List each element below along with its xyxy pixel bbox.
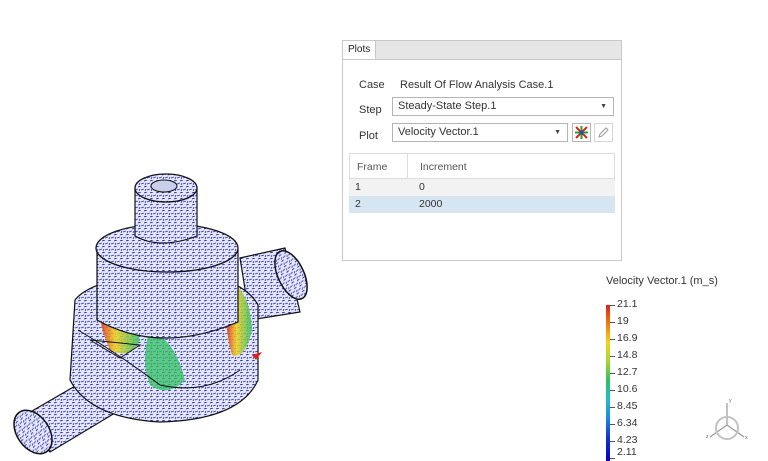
case-value: Result Of Flow Analysis Case.1 <box>400 79 554 91</box>
model-viewport[interactable] <box>0 150 340 461</box>
legend-tick <box>610 373 615 374</box>
legend-tick <box>610 322 615 323</box>
triad-y-label: y <box>729 398 732 404</box>
column-header-increment: Increment <box>420 161 467 173</box>
legend-color-bar <box>606 305 610 461</box>
frame-cell: 1 <box>355 181 361 193</box>
legend-value: 10.6 <box>617 383 638 395</box>
edit-plot-button[interactable] <box>594 123 613 142</box>
legend-value: 8.45 <box>617 400 638 412</box>
compass-triad-icon[interactable]: y z x <box>702 395 752 445</box>
step-dropdown-value: Steady-State Step.1 <box>398 100 497 112</box>
plots-panel: Plots Case Result Of Flow Analysis Case.… <box>342 40 622 261</box>
legend-value: 2.11 <box>617 446 637 458</box>
legend-tick <box>610 458 615 459</box>
plot-dropdown[interactable]: Velocity Vector.1 ▼ <box>392 123 568 142</box>
triad-z-label: z <box>706 434 709 440</box>
legend-tick <box>610 356 615 357</box>
frames-table-header: Frame Increment <box>349 153 615 179</box>
multi-plot-button[interactable] <box>572 123 591 142</box>
tab-strip: Plots <box>343 41 621 60</box>
triad-x-label: x <box>745 435 748 441</box>
chevron-down-icon: ▼ <box>554 129 561 136</box>
legend-tick <box>610 441 615 442</box>
column-header-frame: Frame <box>357 161 388 173</box>
table-row[interactable]: 1 0 <box>349 179 615 196</box>
legend-tick <box>610 390 615 391</box>
legend-tick <box>610 407 615 408</box>
legend-title: Velocity Vector.1 (m_s) <box>606 275 718 287</box>
legend-tick <box>610 305 615 306</box>
case-label: Case <box>359 79 385 91</box>
legend-value: 16.9 <box>617 332 638 344</box>
increment-cell: 0 <box>419 181 425 193</box>
chevron-down-icon: ▼ <box>600 103 607 110</box>
step-label: Step <box>359 104 382 116</box>
legend-value: 14.8 <box>617 349 638 361</box>
increment-cell: 2000 <box>419 198 443 210</box>
frames-table: Frame Increment 1 0 2 2000 <box>349 153 615 213</box>
legend-tick <box>610 424 615 425</box>
neck-bore <box>150 179 178 193</box>
plot-dropdown-value: Velocity Vector.1 <box>398 126 479 138</box>
legend-value: 4.23 <box>617 434 638 446</box>
legend-value: 6.34 <box>617 417 638 429</box>
step-dropdown[interactable]: Steady-State Step.1 ▼ <box>392 97 614 116</box>
legend-value: 21.1 <box>617 298 638 310</box>
legend-tick <box>610 339 615 340</box>
plot-label: Plot <box>359 130 378 142</box>
legend-value: 19 <box>617 315 629 327</box>
table-row-selected[interactable]: 2 2000 <box>349 196 615 213</box>
frame-cell: 2 <box>355 198 361 210</box>
pencil-icon <box>598 127 609 138</box>
tab-plots[interactable]: Plots <box>343 41 377 59</box>
legend-value: 12.7 <box>617 366 638 378</box>
multi-plot-icon <box>575 126 588 139</box>
